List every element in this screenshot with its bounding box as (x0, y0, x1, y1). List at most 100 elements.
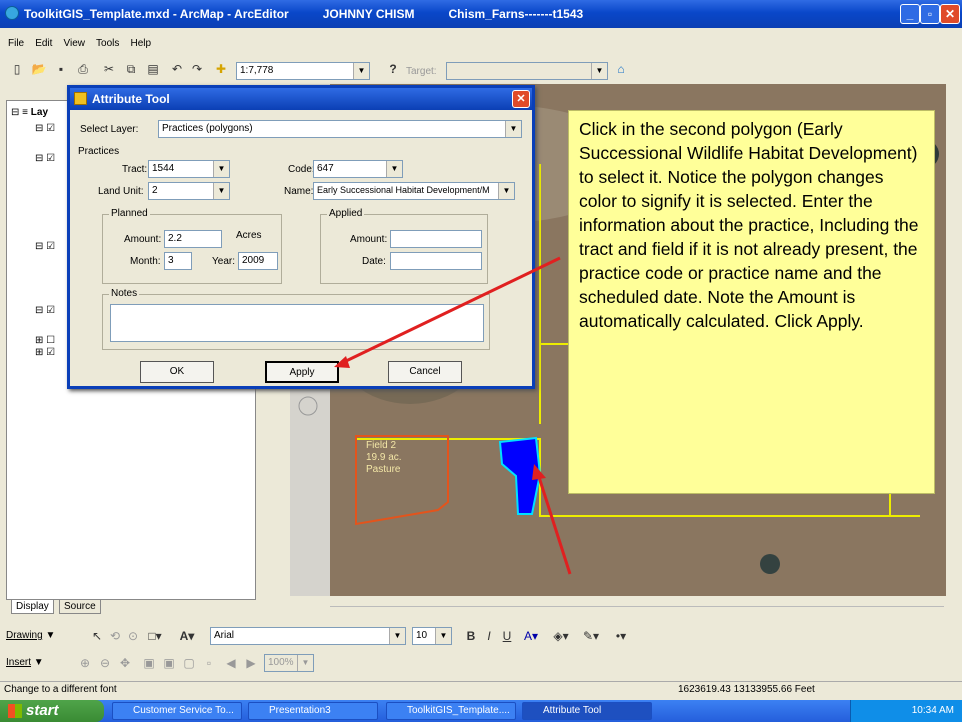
whats-this-icon[interactable]: ? (384, 60, 402, 78)
pan-icon[interactable]: ✥ (116, 654, 134, 672)
font-size-combo[interactable]: 10 ▼ (412, 627, 452, 645)
target-combo[interactable]: ▼ (446, 62, 608, 80)
year-input[interactable]: 2009 (238, 252, 278, 270)
task-presentation[interactable]: Presentation3 (248, 702, 378, 720)
menu-file[interactable]: File (8, 38, 24, 49)
paste-icon[interactable]: ▤ (144, 60, 162, 78)
back-icon[interactable]: ◀ (222, 654, 240, 672)
zoom-100-icon[interactable]: ▫ (200, 654, 218, 672)
tab-source[interactable]: Source (59, 599, 101, 614)
zoom-out-icon[interactable]: ⊖ (96, 654, 114, 672)
chevron-down-icon[interactable]: ▼ (353, 63, 369, 79)
chevron-down-icon[interactable]: ▼ (386, 161, 402, 177)
menu-edit[interactable]: Edit (35, 38, 52, 49)
chevron-down-icon[interactable]: ▼ (591, 63, 607, 79)
zoom-to-icon[interactable]: ⊙ (124, 627, 142, 645)
fill-color-icon[interactable]: ◈▾ (552, 627, 570, 645)
task-customer-service[interactable]: Customer Service To... (112, 702, 242, 720)
status-message: Change to a different font (4, 684, 117, 695)
marker-color-icon[interactable]: •▾ (612, 627, 630, 645)
rectangle-icon[interactable]: □▾ (146, 627, 164, 645)
map-horizontal-scrollbar[interactable] (330, 606, 944, 622)
insert-menu[interactable]: Insert ▼ (6, 657, 44, 668)
ok-button[interactable]: OK (140, 361, 214, 383)
minimize-button[interactable]: _ (900, 4, 920, 24)
editor-icon[interactable]: ⌂ (612, 60, 630, 78)
field-use: Pasture (366, 464, 401, 475)
month-input[interactable]: 3 (164, 252, 192, 270)
layer-checkbox[interactable]: ⊟ ☑ (35, 123, 55, 134)
scale-combo[interactable]: 1:7,778 ▼ (236, 62, 370, 80)
restore-button[interactable]: ▫ (920, 4, 940, 24)
applied-amount-input[interactable] (390, 230, 482, 248)
amount-input[interactable]: 2.2 (164, 230, 222, 248)
copy-icon[interactable]: ⧉ (122, 60, 140, 78)
zoom-combo[interactable]: 100% ▼ (264, 654, 314, 672)
code-dropdown[interactable]: 647 ▼ (313, 160, 403, 178)
cut-icon[interactable]: ✂ (100, 60, 118, 78)
forward-icon[interactable]: ▶ (242, 654, 260, 672)
layer-checkbox[interactable]: ⊟ ☑ (35, 153, 55, 164)
menu-help[interactable]: Help (130, 38, 151, 49)
dialog-close-button[interactable]: ✕ (512, 90, 530, 108)
land-unit-dropdown[interactable]: 2 ▼ (148, 182, 230, 200)
drawing-toolbar: Drawing ▼ ↖ ⟲ ⊙ □▾ A▾ Arial ▼ 10 ▼ B I U A… (0, 624, 962, 648)
rotate-icon[interactable]: ⟲ (106, 627, 124, 645)
notes-textarea[interactable] (110, 304, 484, 342)
tab-display[interactable]: Display (11, 599, 54, 614)
underline-icon[interactable]: U (498, 627, 516, 645)
notes-label: Notes (109, 288, 140, 299)
cancel-button[interactable]: Cancel (388, 361, 462, 383)
zoom-whole-page-icon[interactable]: ▢ (180, 654, 198, 672)
font-combo[interactable]: Arial ▼ (210, 627, 406, 645)
layer-checkbox[interactable]: ⊟ ☑ (35, 305, 55, 316)
line-color-icon[interactable]: ✎▾ (582, 627, 600, 645)
fixed-zoom-in-icon[interactable]: ▣ (140, 654, 158, 672)
dialog-title: Attribute Tool (70, 88, 532, 110)
open-icon[interactable]: 📂 (30, 60, 48, 78)
chevron-down-icon[interactable]: ▼ (505, 121, 521, 137)
date-input[interactable] (390, 252, 482, 270)
font-color-icon[interactable]: A▾ (522, 627, 540, 645)
fixed-zoom-out-icon[interactable]: ▣ (160, 654, 178, 672)
chevron-down-icon[interactable]: ▼ (297, 655, 313, 671)
select-pointer-icon[interactable]: ↖ (88, 627, 106, 645)
drawing-menu[interactable]: Drawing ▼ (6, 630, 55, 641)
zoom-in-icon[interactable]: ⊕ (76, 654, 94, 672)
chevron-down-icon[interactable]: ▼ (213, 161, 229, 177)
undo-icon[interactable]: ↶ (168, 60, 186, 78)
italic-icon[interactable]: I (480, 627, 498, 645)
apply-button[interactable]: Apply (265, 361, 339, 383)
redo-icon[interactable]: ↷ (188, 60, 206, 78)
drawing-label: Drawing (6, 630, 43, 641)
attribute-tool-icon (74, 92, 87, 105)
bold-icon[interactable]: B (462, 627, 480, 645)
text-icon[interactable]: A▾ (178, 627, 196, 645)
chevron-down-icon[interactable]: ▼ (213, 183, 229, 199)
layers-row[interactable]: ⊟ ≡ Lay (11, 107, 48, 118)
save-icon[interactable]: ▪ (52, 60, 70, 78)
chevron-down-icon[interactable]: ▼ (435, 628, 451, 644)
tract-label: Tract: (122, 164, 148, 175)
target-label: Target: (406, 66, 437, 77)
select-layer-dropdown[interactable]: Practices (polygons) ▼ (158, 120, 522, 138)
task-attribute-tool[interactable]: Attribute Tool (522, 702, 652, 720)
menu-view[interactable]: View (63, 38, 85, 49)
land-unit-label: Land Unit: (98, 186, 144, 197)
task-toolkitgis[interactable]: ToolkitGIS_Template.... (386, 702, 516, 720)
tract-dropdown[interactable]: 1544 ▼ (148, 160, 230, 178)
name-dropdown[interactable]: Early Successional Habitat Development/M… (313, 182, 515, 200)
print-icon[interactable]: ⎙ (74, 60, 92, 78)
close-button[interactable]: ✕ (940, 4, 960, 24)
add-data-icon[interactable]: ✚ (212, 60, 230, 78)
chevron-down-icon[interactable]: ▼ (498, 183, 514, 199)
menu-tools[interactable]: Tools (96, 38, 119, 49)
new-icon[interactable]: ▯ (8, 60, 26, 78)
zoom-value: 100% (268, 657, 294, 668)
map-vertical-scrollbar[interactable] (946, 84, 962, 624)
layer-checkbox[interactable]: ⊞ ☐ (35, 335, 55, 346)
chevron-down-icon[interactable]: ▼ (389, 628, 405, 644)
layer-checkbox[interactable]: ⊞ ☑ (35, 347, 55, 358)
layer-checkbox[interactable]: ⊟ ☑ (35, 241, 55, 252)
taskbar: start Customer Service To... Presentatio… (0, 700, 962, 722)
